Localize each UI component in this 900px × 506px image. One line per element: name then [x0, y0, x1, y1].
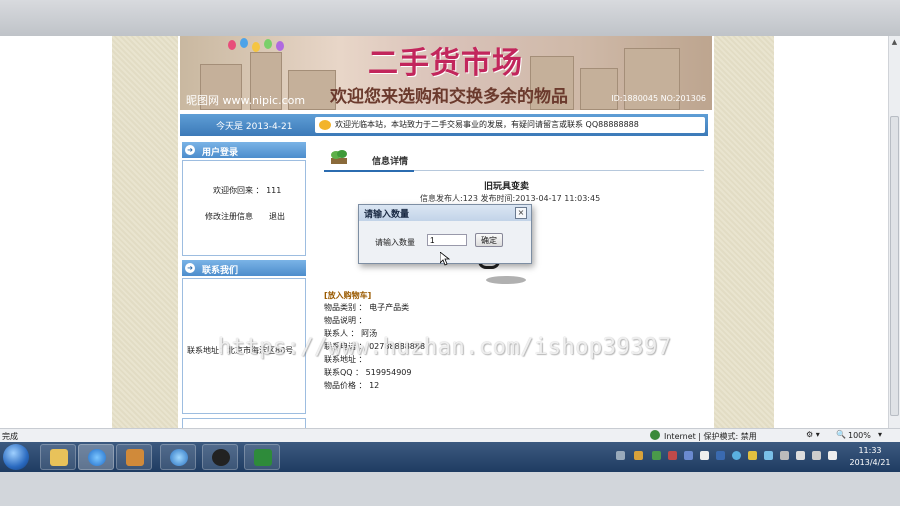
confirm-button[interactable]: 确定 — [475, 233, 503, 247]
balloon-icon — [252, 42, 260, 52]
close-icon[interactable]: × — [515, 207, 527, 219]
banner-title: 二手货市场 — [368, 46, 523, 81]
tray-icon[interactable] — [716, 451, 725, 460]
smile-icon — [319, 119, 331, 130]
divider-accent — [324, 170, 414, 172]
folder-icon — [50, 449, 68, 466]
arrow-right-icon: ➜ — [185, 145, 195, 155]
today-date: 今天是 2013-4-21 — [216, 122, 293, 132]
welcome-marquee: 欢迎光临本站，本站致力于二手交易事业的发展，有疑问请留言或联系 QQ888888… — [315, 117, 705, 133]
login-panel-title: 用户登录 — [202, 148, 239, 158]
arrow-right-icon: ➜ — [185, 263, 195, 273]
scroll-up-icon[interactable]: ▲ — [889, 36, 900, 48]
edit-profile-link[interactable]: 修改注册信息 — [205, 211, 253, 222]
excel-icon — [254, 449, 272, 466]
tray-icon[interactable] — [748, 451, 757, 460]
page-background-right — [714, 36, 774, 428]
browser-status-bar: 完成 Internet | 保护模式: 禁用 ⚙ ▾ 🔍 100% ▾ — [0, 428, 900, 443]
banner-url: 昵图网 www.nipic.com — [186, 94, 306, 107]
taskbar-excel[interactable] — [244, 444, 280, 470]
add-to-cart-link[interactable]: [放入购物车] — [324, 290, 371, 301]
item-meta: 信息发布人:123 发布时间:2013-04-17 11:03:45 — [420, 194, 601, 203]
banner-subtitle: 欢迎您来选购和交换多余的物品 — [330, 87, 568, 107]
taskbar-qq[interactable] — [202, 444, 238, 470]
banner-id-text: ID:1880045 NO:201306 — [611, 94, 706, 103]
tray-icon[interactable] — [732, 451, 741, 460]
banner-building — [580, 68, 618, 110]
detail-header: 信息详情 — [324, 148, 704, 172]
field-category: 物品类别 ： 电子产品类 — [324, 303, 410, 312]
taskbar-app[interactable] — [116, 444, 152, 470]
login-panel-header: ➜ 用户登录 — [182, 142, 306, 158]
blurred-window-bottom — [0, 472, 900, 506]
tray-icon[interactable] — [684, 451, 693, 460]
tray-icon[interactable] — [700, 451, 709, 460]
marquee-text: 欢迎光临本站，本站致力于二手交易事业的发展，有疑问请留言或联系 QQ888888… — [335, 120, 639, 129]
status-text: 完成 — [2, 432, 18, 441]
balloon-icon — [228, 40, 236, 50]
tray-icon[interactable] — [652, 451, 661, 460]
field-qq: 联系QQ ： 519954909 — [324, 368, 412, 377]
globe-icon — [650, 430, 660, 440]
date-marquee-bar: 今天是 2013-4-21 欢迎光临本站，本站致力于二手交易事业的发展，有疑问请… — [180, 114, 708, 136]
mouse-cursor-icon — [440, 252, 450, 266]
ie-icon — [88, 449, 106, 466]
balloon-icon — [264, 39, 272, 49]
vertical-scrollbar[interactable]: ▲ — [888, 36, 900, 428]
product-shadow — [486, 276, 526, 284]
contact-panel-title: 联系我们 — [202, 266, 239, 276]
security-zone: Internet | 保护模式: 禁用 — [664, 432, 757, 441]
zoom-dropdown-icon[interactable]: ⚙ ▾ — [806, 430, 820, 439]
quantity-input[interactable] — [427, 234, 467, 246]
monitor-icon[interactable] — [812, 451, 821, 460]
field-description: 物品说明 ： — [324, 316, 367, 325]
logout-link[interactable]: 退出 — [269, 211, 285, 222]
zoom-icon: 🔍 — [836, 430, 846, 439]
taskbar-media[interactable] — [160, 444, 196, 470]
item-title: 旧玩具变卖 — [484, 182, 530, 192]
detail-title: 信息详情 — [372, 157, 409, 167]
windows-taskbar: 11:33 2013/4/21 — [0, 442, 900, 472]
volume-icon[interactable] — [828, 451, 837, 460]
dialog-titlebar[interactable]: 请输入数量 × — [359, 205, 531, 221]
welcome-text: 欢迎你回来 ： 111 — [213, 186, 282, 195]
system-clock[interactable]: 11:33 2013/4/21 — [842, 445, 898, 469]
login-panel: 欢迎你回来 ： 111 修改注册信息 退出 — [182, 160, 306, 256]
scroll-thumb[interactable] — [890, 116, 899, 416]
contact-panel-header: ➜ 联系我们 — [182, 260, 306, 276]
network-icon[interactable] — [780, 451, 789, 460]
start-button[interactable] — [3, 444, 29, 470]
app-icon — [126, 449, 144, 466]
taskbar-ie[interactable] — [78, 444, 114, 470]
clock-time: 11:33 — [858, 446, 882, 455]
media-icon — [170, 449, 188, 466]
zoom-level[interactable]: 100% — [848, 431, 871, 440]
dialog-title: 请输入数量 — [364, 210, 410, 220]
watermark-text: https://www.huzhan.com/ishop39397 — [218, 335, 672, 360]
next-panel — [182, 418, 306, 428]
tray-icon[interactable] — [634, 451, 643, 460]
balloon-icon — [276, 41, 284, 51]
blurred-window-top — [0, 0, 900, 36]
page-background-left — [112, 36, 178, 428]
qq-icon — [212, 449, 230, 466]
field-price: 物品价格 ： 12 — [324, 381, 380, 390]
site-banner: 二手货市场 欢迎您来选购和交换多余的物品 昵图网 www.nipic.com I… — [180, 36, 712, 110]
plant-icon — [331, 150, 347, 164]
chevron-down-icon[interactable]: ▾ — [878, 430, 882, 439]
quantity-label: 请输入数量 — [375, 238, 415, 247]
clock-date: 2013/4/21 — [849, 458, 891, 467]
tray-icon[interactable] — [616, 451, 625, 460]
tray-icon[interactable] — [668, 451, 677, 460]
taskbar-explorer[interactable] — [40, 444, 76, 470]
balloon-icon — [240, 38, 248, 48]
tray-icon[interactable] — [764, 451, 773, 460]
flag-icon[interactable] — [796, 451, 805, 460]
